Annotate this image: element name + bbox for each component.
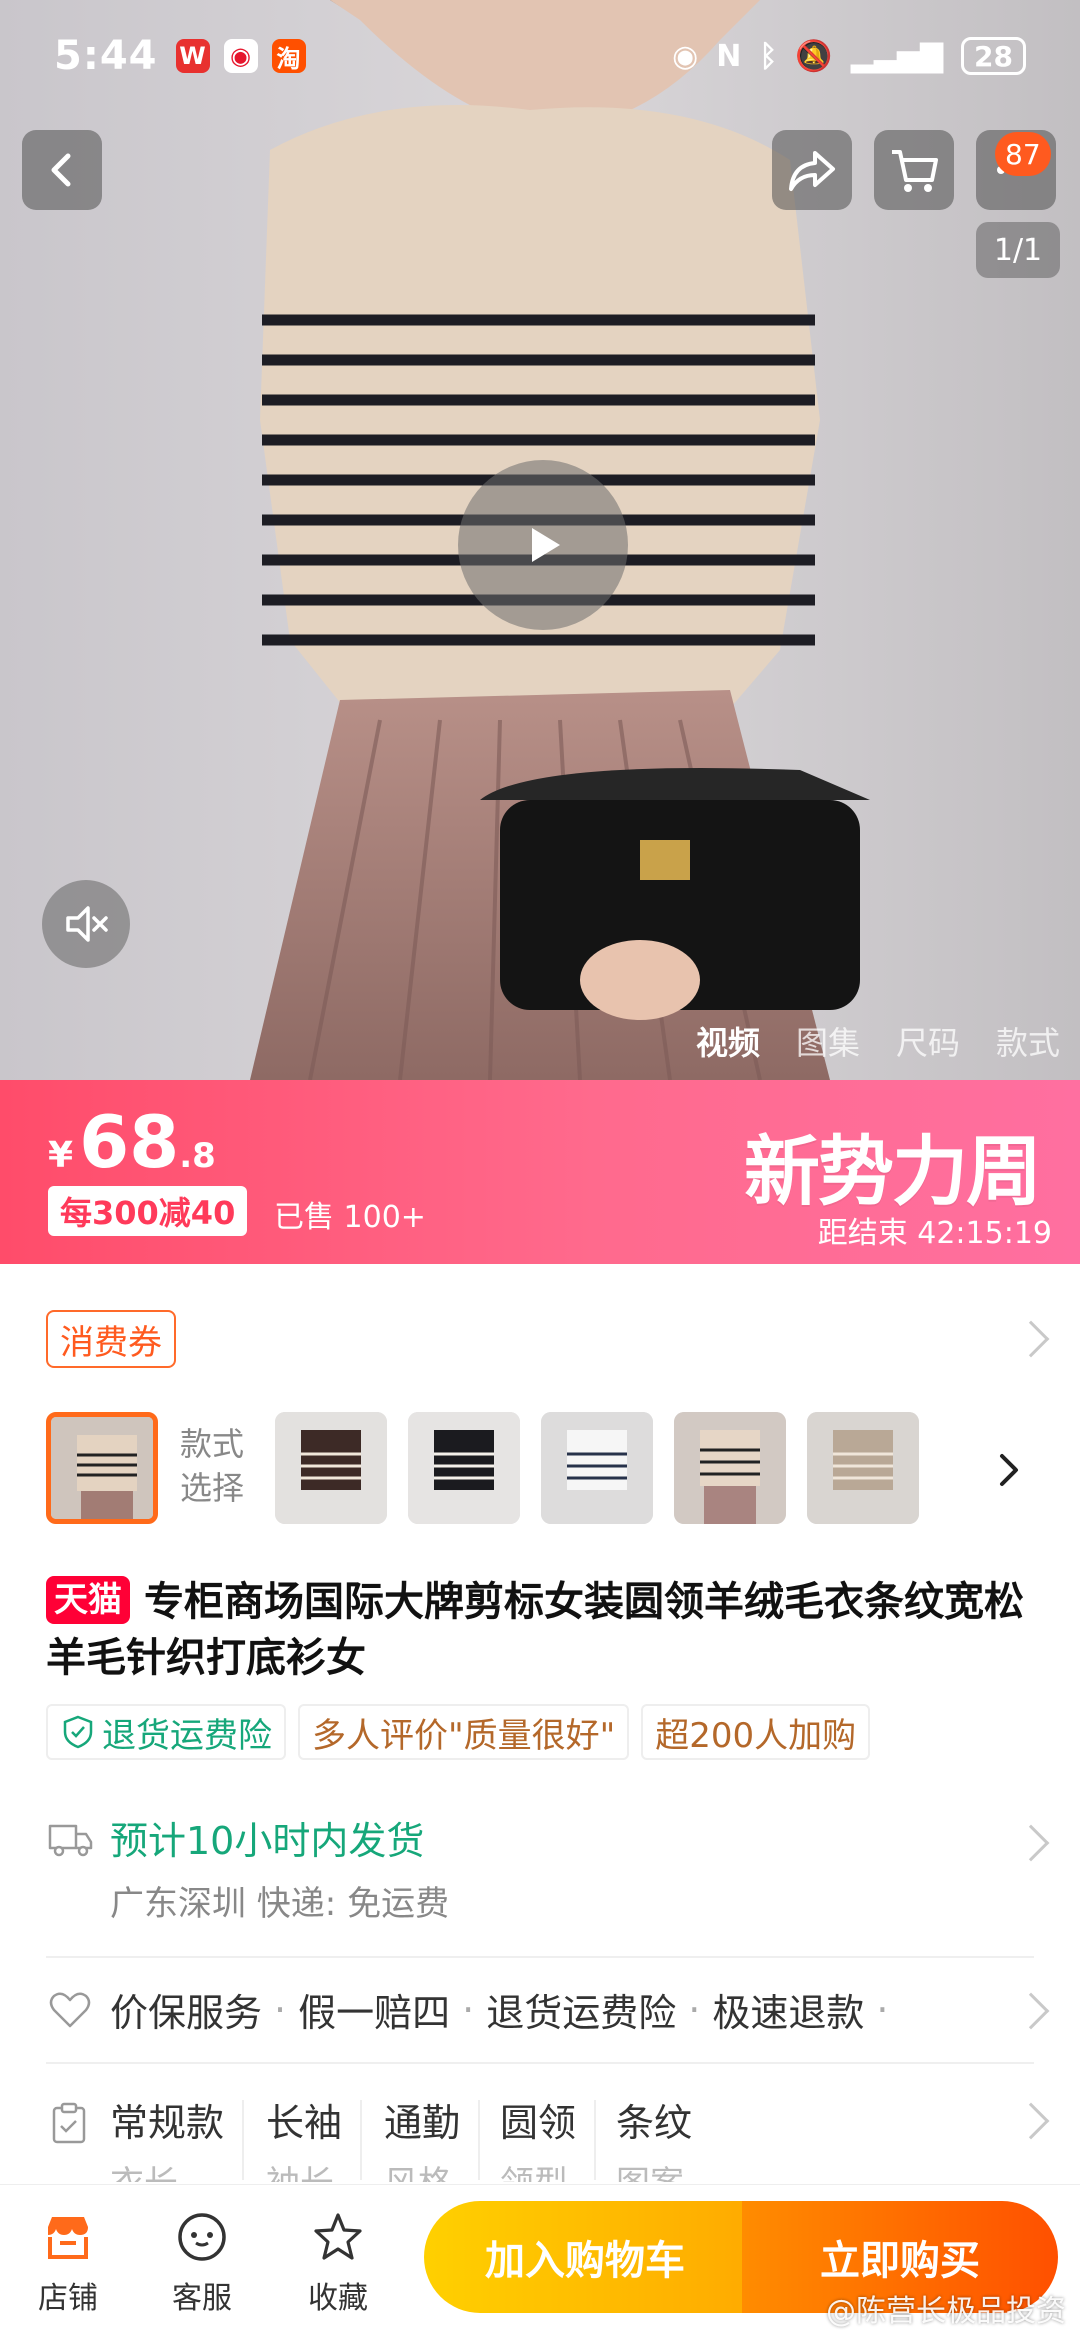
- variant-thumb[interactable]: [541, 1412, 653, 1524]
- param-label: 衣长: [110, 2156, 178, 2182]
- weibo-app-icon: ◉: [223, 39, 258, 73]
- tab-gallery[interactable]: 图集: [796, 1018, 860, 1064]
- cart-adds-tag: 超200人加购: [641, 1704, 871, 1760]
- wps-app-icon: W: [175, 39, 210, 73]
- variant-thumb[interactable]: [807, 1412, 919, 1524]
- coupon-tag[interactable]: 消费券: [46, 1310, 176, 1368]
- event-logo: 新势力周: [744, 1127, 1042, 1216]
- tmall-tag: 天猫: [46, 1576, 130, 1624]
- price-integer: 68: [79, 1100, 180, 1184]
- tab-size[interactable]: 尺码: [896, 1018, 960, 1064]
- clipboard-icon: [52, 2102, 86, 2144]
- countdown: 距结束 42:15:19: [817, 1216, 1052, 1251]
- chat-face-icon: [178, 2213, 226, 2261]
- params-row[interactable]: 常规款 衣长 长袖 袖长 通勤 风格 圆领 领型 条纹 图案: [46, 2092, 1046, 2182]
- add-to-cart-button[interactable]: 加入购物车: [424, 2201, 746, 2313]
- cart-button[interactable]: [874, 130, 954, 210]
- shop-button[interactable]: 店铺: [18, 2207, 118, 2317]
- chevron-right-icon[interactable]: [1012, 1824, 1050, 1862]
- cart-icon: [892, 150, 938, 192]
- media-tabs: 视频 图集 尺码 款式: [696, 1018, 1060, 1064]
- battery-indicator: 28: [961, 37, 1026, 75]
- variants-next-button[interactable]: [990, 1450, 1030, 1490]
- chevron-right-icon[interactable]: [1012, 1320, 1050, 1358]
- store-icon: [48, 2217, 88, 2259]
- taobao-app-icon: 淘: [271, 39, 306, 73]
- param-label: 袖长: [266, 2156, 334, 2182]
- variant-thumb[interactable]: [408, 1412, 520, 1524]
- review-tag: 多人评价"质量很好": [298, 1704, 630, 1760]
- service-item: 极速退款: [712, 1991, 865, 2035]
- speaker-muted-icon: [66, 906, 108, 942]
- watermark: @陈营长极品投资: [826, 2294, 1066, 2329]
- status-bar: 5:44 W ◉ 淘 ◉ N ᛒ 🔕 ▂▃▅▇ 28: [0, 0, 1080, 112]
- share-icon: [789, 151, 835, 191]
- price-banner: ¥ 68 .8 每300减40 已售 100+ 新势力周 距结束 42:15:1…: [0, 1080, 1080, 1264]
- divider: [360, 2100, 362, 2180]
- truck-icon: [48, 1824, 93, 1857]
- tab-style[interactable]: 款式: [996, 1018, 1060, 1064]
- product-title: 天猫 专柜商场国际大牌剪标女装圆领羊绒毛衣条纹宽松羊毛针织打底衫女: [46, 1574, 1046, 1686]
- signal-icon: ▂▃▅▇: [850, 38, 944, 74]
- sold-count: 已售 100+: [274, 1200, 426, 1235]
- service-item: 假一赔四: [298, 1991, 451, 2035]
- price: ¥ 68 .8: [48, 1106, 216, 1178]
- divider: [46, 1956, 1034, 1958]
- cart-count-badge: 87: [995, 132, 1051, 176]
- nfc-icon: N: [716, 38, 742, 74]
- shop-label: 店铺: [38, 2281, 98, 2316]
- param-value: 常规款: [110, 2101, 225, 2145]
- param-label: 图案: [616, 2156, 684, 2182]
- back-button[interactable]: [22, 130, 102, 210]
- feature-tags: 退货运费险 多人评价"质量很好" 超200人加购: [46, 1704, 871, 1760]
- variant-thumb[interactable]: [46, 1412, 158, 1524]
- tab-video[interactable]: 视频: [696, 1018, 760, 1064]
- param-value: 长袖: [266, 2101, 343, 2145]
- return-insurance-tag: 退货运费险: [46, 1704, 286, 1760]
- customer-service-button[interactable]: 客服: [152, 2207, 252, 2317]
- divider: [242, 2100, 244, 2180]
- mute-toggle[interactable]: [42, 880, 130, 968]
- param-label: 风格: [384, 2156, 452, 2182]
- param-value: 条纹: [616, 2101, 693, 2145]
- play-icon: [532, 528, 560, 562]
- star-icon: [314, 2213, 362, 2260]
- service-label: 客服: [172, 2281, 232, 2316]
- bluetooth-icon: ᛒ: [759, 38, 778, 74]
- param-label: 领型: [500, 2156, 568, 2182]
- variant-label: 款式选择: [180, 1425, 245, 1507]
- variant-thumb[interactable]: [275, 1412, 387, 1524]
- chevron-left-icon: [51, 153, 71, 187]
- param-value: 通勤: [384, 2101, 461, 2145]
- share-button[interactable]: [772, 130, 852, 210]
- eye-icon: ◉: [672, 38, 699, 74]
- divider: [46, 2062, 1034, 2064]
- favorite-button[interactable]: 收藏: [288, 2207, 388, 2317]
- image-counter: 1/1: [976, 222, 1060, 278]
- services-row[interactable]: 价保服务 · 假一赔四 · 退货运费险 · 极速退款 ·: [46, 1982, 1046, 2037]
- shield-check-icon: [63, 1715, 93, 1749]
- variant-thumb[interactable]: [674, 1412, 786, 1524]
- heart-icon: [49, 1992, 91, 2027]
- product-title-text: 专柜商场国际大牌剪标女装圆领羊绒毛衣条纹宽松羊毛针织打底衫女: [46, 1579, 1024, 1681]
- divider: [478, 2100, 480, 2180]
- service-item: 价保服务: [110, 1991, 263, 2035]
- currency-symbol: ¥: [48, 1135, 74, 1176]
- chevron-right-icon: [1000, 1454, 1018, 1486]
- price-decimal: .8: [179, 1136, 216, 1176]
- service-item: 退货运费险: [486, 1991, 677, 2035]
- variant-selector: 款式选择: [46, 1412, 1046, 1532]
- favorite-label: 收藏: [308, 2281, 368, 2316]
- divider: [594, 2100, 596, 2180]
- promo-tag: 每300减40: [48, 1186, 248, 1236]
- shipping-eta: 预计10小时内发货: [110, 1819, 425, 1863]
- param-value: 圆领: [500, 2101, 577, 2145]
- status-time: 5:44: [54, 33, 158, 79]
- mute-bell-icon: 🔕: [795, 38, 833, 74]
- play-video-button[interactable]: [458, 460, 628, 630]
- product-media[interactable]: 5:44 W ◉ 淘 ◉ N ᛒ 🔕 ▂▃▅▇ 28 87 1/1 视频 图集 …: [0, 0, 1080, 1080]
- shipping-detail: 广东深圳 快递: 免运费: [110, 1884, 450, 1924]
